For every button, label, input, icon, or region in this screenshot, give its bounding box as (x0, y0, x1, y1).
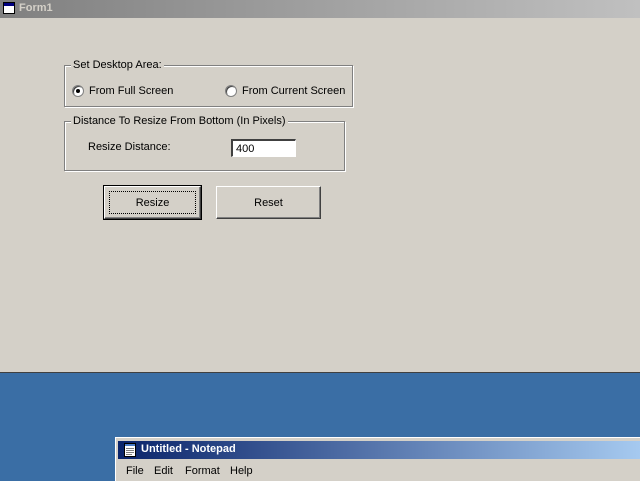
full-screen-radio[interactable]: From Full Screen (72, 84, 182, 98)
resize-button-label: Resize (135, 196, 170, 209)
form1-titlebar[interactable]: Form1 (0, 0, 640, 18)
menu-format[interactable]: Format (185, 465, 220, 477)
reset-button[interactable]: Reset (216, 186, 321, 219)
radio-circle (225, 85, 237, 97)
resize-distance-input[interactable] (231, 139, 296, 157)
notepad-icon (124, 443, 136, 457)
full-screen-label: From Full Screen (89, 85, 174, 97)
desktop-area-legend: Set Desktop Area: (71, 59, 164, 72)
radio-dot (76, 89, 80, 93)
resize-button[interactable]: Resize (103, 185, 202, 220)
form1-window: Form1 Set Desktop Area: From Full Screen… (0, 0, 640, 373)
resize-distance-label: Resize Distance: (88, 141, 171, 153)
radio-circle (72, 85, 84, 97)
form1-title: Form1 (19, 2, 53, 14)
notepad-window: Untitled - Notepad File Edit Format Help (115, 437, 640, 481)
distance-legend: Distance To Resize From Bottom (In Pixel… (71, 115, 288, 128)
menu-file[interactable]: File (126, 465, 144, 477)
window-icon (3, 2, 15, 14)
menu-edit[interactable]: Edit (154, 465, 173, 477)
reset-button-label: Reset (254, 196, 283, 209)
current-screen-label: From Current Screen (242, 85, 346, 97)
menu-help[interactable]: Help (230, 465, 253, 477)
notepad-menubar: File Edit Format Help (118, 462, 640, 480)
notepad-title: Untitled - Notepad (141, 443, 236, 455)
current-screen-radio[interactable]: From Current Screen (225, 84, 350, 98)
notepad-titlebar[interactable]: Untitled - Notepad (118, 441, 640, 459)
